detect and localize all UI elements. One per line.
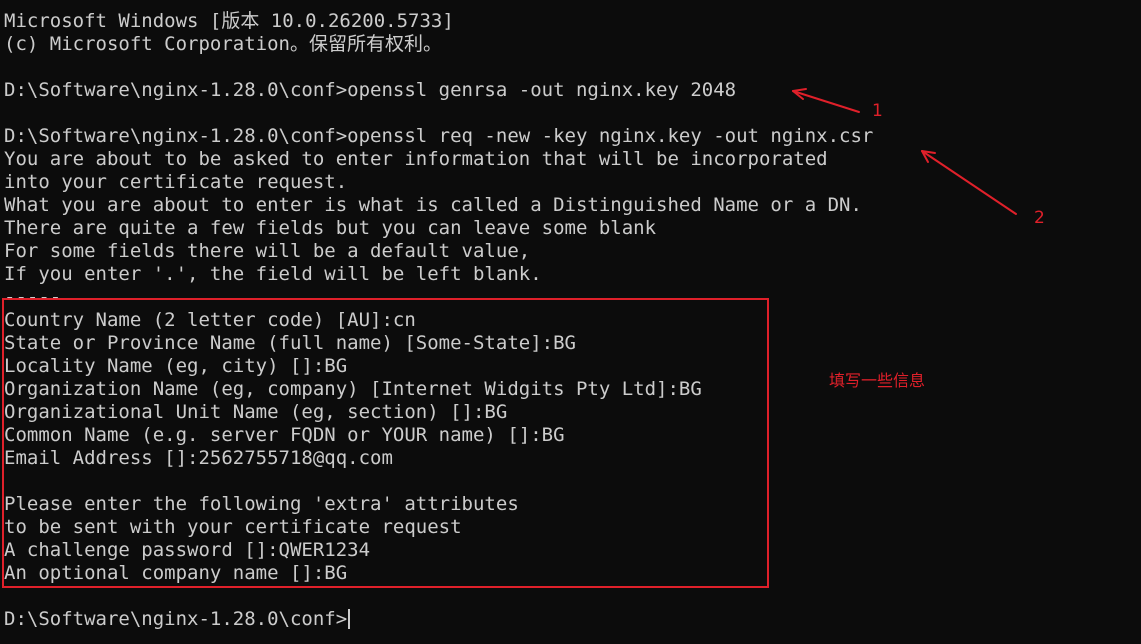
arrow-2-icon (921, 150, 1017, 215)
arrow-1-icon (792, 88, 860, 113)
annotation-arrows (792, 88, 1017, 215)
arrow-1-label: 1 (872, 101, 883, 121)
annotation-note: 填写一些信息 (829, 371, 926, 390)
terminal-window[interactable]: Microsoft Windows [版本 10.0.26200.5733] (… (0, 0, 1141, 644)
arrow-2-label: 2 (1034, 208, 1045, 228)
